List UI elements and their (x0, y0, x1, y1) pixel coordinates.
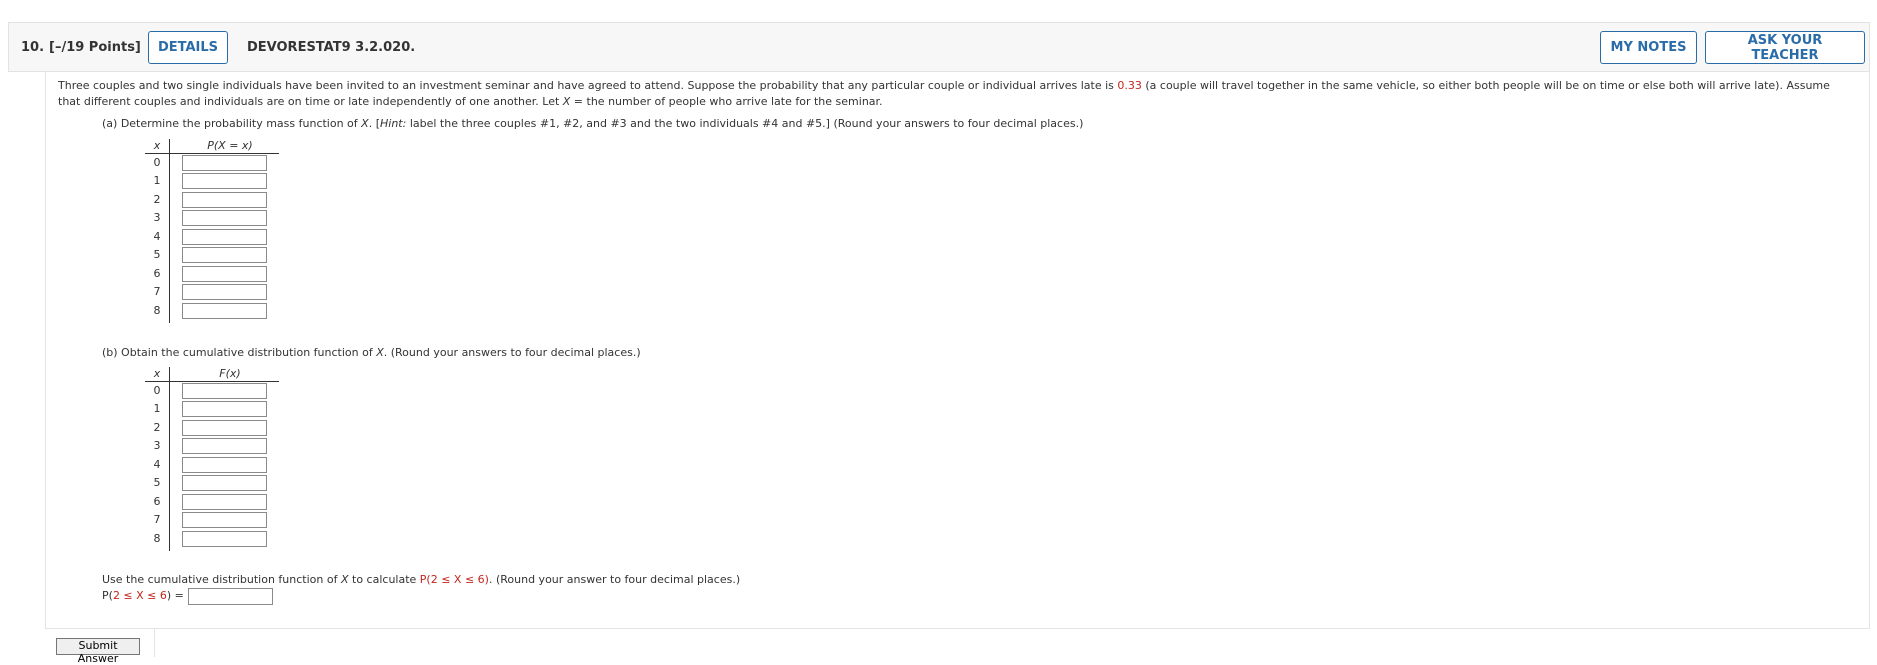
cdf-table: x F(x) 0 1 2 3 4 5 6 7 8 (145, 367, 285, 552)
cdf-x-value: 3 (153, 439, 161, 452)
cdf-x-value: 4 (153, 458, 161, 471)
cdf-row: 1 (145, 400, 279, 418)
pmf-x-value: 4 (153, 230, 161, 243)
pmf-header-p: P(X = x) (207, 139, 253, 152)
pmf-row: 0 (145, 154, 279, 172)
cdf-row: 7 (145, 511, 279, 529)
question-prompt: Three couples and two single individuals… (58, 78, 1848, 110)
question-points: [–/19 Points] (49, 40, 141, 55)
cdf-header-f: F(x) (219, 367, 241, 380)
question-header: 10. [–/19 Points] DETAILS DEVORESTAT9 3.… (8, 22, 1870, 72)
lhs-close: ) = (166, 589, 184, 602)
lhs-range: 2 ≤ X ≤ 6 (112, 589, 167, 602)
part-a-hint: Hint: (380, 117, 407, 130)
cdf-header-x: x (153, 367, 161, 380)
cdf-input-4[interactable] (182, 457, 267, 473)
prompt-text-3: = the number of people who arrive late f… (570, 95, 883, 108)
probability-answer-label: P(2 ≤ X ≤ 6) = (102, 589, 184, 602)
lhs-open: P( (102, 589, 113, 602)
pmf-row: 2 (145, 191, 279, 209)
pmf-input-3[interactable] (182, 210, 267, 226)
cdf-input-1[interactable] (182, 401, 267, 417)
pmf-input-2[interactable] (182, 192, 267, 208)
cdf-row: 2 (145, 419, 279, 437)
part-a-text-1: (a) Determine the probability mass funct… (102, 117, 362, 130)
pmf-row: 8 (145, 302, 279, 320)
pmf-x-value: 1 (153, 174, 161, 187)
pmf-input-4[interactable] (182, 229, 267, 245)
pmf-row: 3 (145, 209, 279, 227)
cdf-input-2[interactable] (182, 420, 267, 436)
pmf-row: 5 (145, 246, 279, 264)
cdf-x-value: 8 (153, 532, 161, 545)
calc-text-3: . (Round your answer to four decimal pla… (488, 573, 741, 586)
prompt-text-1: Three couples and two single individuals… (58, 79, 1118, 92)
cdf-input-7[interactable] (182, 512, 267, 528)
cdf-row: 6 (145, 493, 279, 511)
pmf-x-value: 6 (153, 267, 161, 280)
question-code: DEVORESTAT9 3.2.020. (247, 40, 416, 55)
pmf-input-0[interactable] (182, 155, 267, 171)
calc-expression: P(2 ≤ X ≤ 6) (419, 573, 489, 586)
cdf-input-5[interactable] (182, 475, 267, 491)
cdf-row: 8 (145, 530, 279, 548)
probability-answer-input[interactable] (188, 588, 273, 605)
part-b-text-2: . (Round your answers to four decimal pl… (383, 346, 641, 359)
footer-divider (154, 628, 155, 657)
cdf-x-value: 1 (153, 402, 161, 415)
part-a-label: (a) Determine the probability mass funct… (102, 117, 1083, 130)
cdf-input-0[interactable] (182, 383, 267, 399)
details-button[interactable]: DETAILS (148, 31, 228, 64)
part-b-variable: X (376, 346, 384, 359)
question-number: 10. (21, 40, 45, 55)
pmf-x-value: 5 (153, 248, 161, 261)
calc-text-2: to calculate (348, 573, 420, 586)
cdf-x-value: 0 (153, 384, 161, 397)
pmf-header-x: x (153, 139, 161, 152)
cdf-x-value: 2 (153, 421, 161, 434)
pmf-x-value: 7 (153, 285, 161, 298)
pmf-row: 7 (145, 283, 279, 301)
cdf-input-3[interactable] (182, 438, 267, 454)
cdf-x-value: 7 (153, 513, 161, 526)
part-b-text-1: (b) Obtain the cumulative distribution f… (102, 346, 377, 359)
pmf-x-value: 3 (153, 211, 161, 224)
cdf-row: 3 (145, 437, 279, 455)
ask-teacher-button[interactable]: ASK YOUR TEACHER (1705, 31, 1865, 64)
part-b-label: (b) Obtain the cumulative distribution f… (102, 346, 641, 359)
calc-variable: X (340, 573, 349, 586)
submit-answer-button[interactable]: Submit Answer (56, 638, 140, 665)
pmf-input-8[interactable] (182, 303, 267, 319)
pmf-input-5[interactable] (182, 247, 267, 263)
cdf-x-value: 5 (153, 476, 161, 489)
part-a-variable: X (361, 117, 369, 130)
part-a-text-3: label the three couples #1, #2, and #3 a… (406, 117, 1084, 130)
pmf-input-6[interactable] (182, 266, 267, 282)
pmf-x-value: 2 (153, 193, 161, 206)
cdf-row: 4 (145, 456, 279, 474)
probability-value: 0.33 (1117, 79, 1142, 92)
cdf-row: 5 (145, 474, 279, 492)
part-a-text-2: . [ (368, 117, 380, 130)
pmf-input-7[interactable] (182, 284, 267, 300)
pmf-x-value: 0 (153, 156, 161, 169)
pmf-input-1[interactable] (182, 173, 267, 189)
cdf-row: 0 (145, 382, 279, 400)
pmf-row: 6 (145, 265, 279, 283)
calc-text-1: Use the cumulative distribution function… (102, 573, 341, 586)
cdf-calc-instruction: Use the cumulative distribution function… (102, 573, 740, 586)
pmf-x-value: 8 (153, 304, 161, 317)
pmf-table: x P(X = x) 0 1 2 3 4 5 6 7 8 (145, 139, 285, 324)
pmf-row: 4 (145, 228, 279, 246)
cdf-input-6[interactable] (182, 494, 267, 510)
cdf-x-value: 6 (153, 495, 161, 508)
cdf-input-8[interactable] (182, 531, 267, 547)
pmf-row: 1 (145, 172, 279, 190)
my-notes-button[interactable]: MY NOTES (1600, 31, 1697, 64)
